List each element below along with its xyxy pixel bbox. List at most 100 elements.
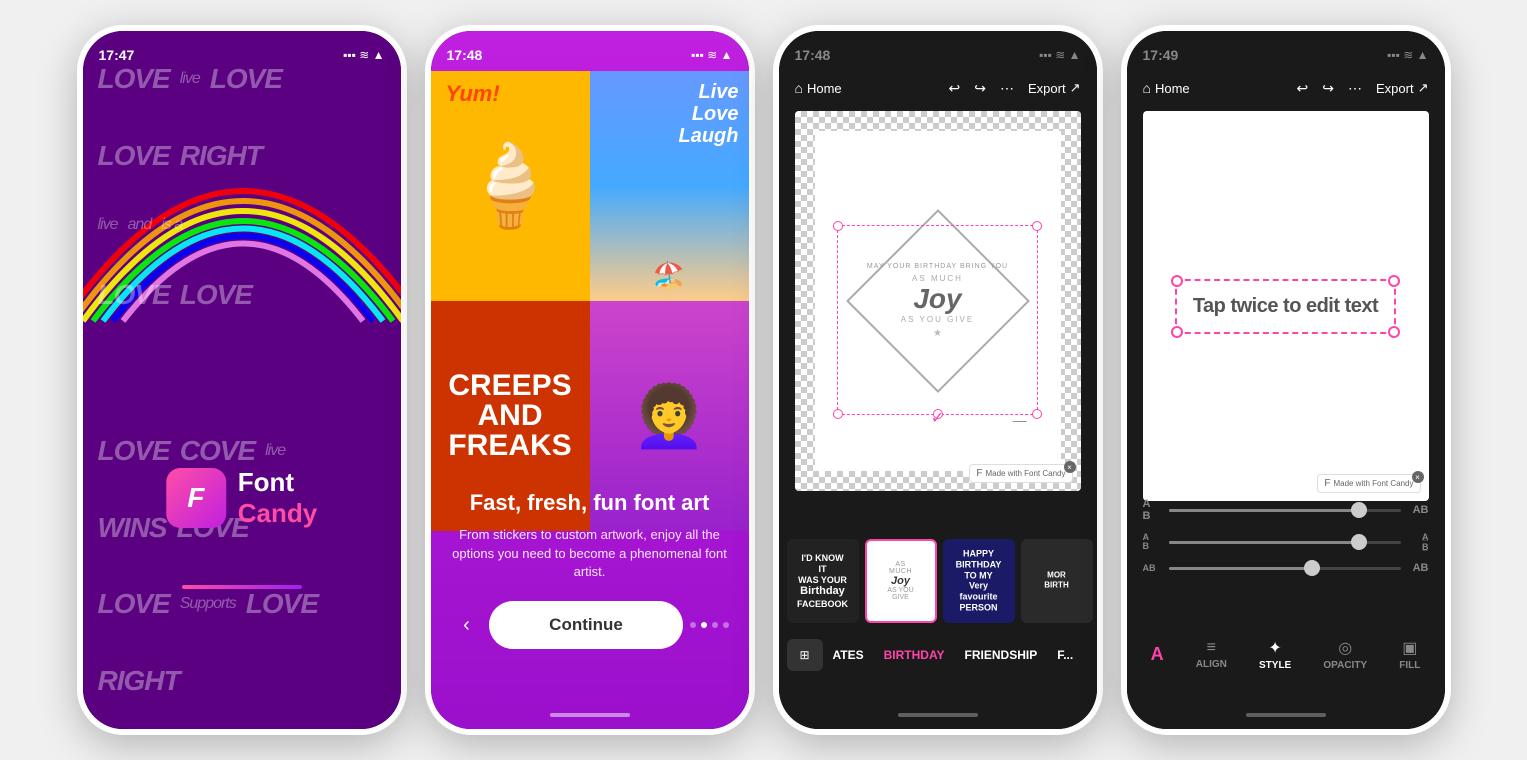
status-icons-1: ▪▪▪ ≋ ▲	[343, 48, 384, 62]
home-indicator-2	[550, 713, 630, 717]
back-arrow[interactable]: ‹	[451, 609, 483, 641]
collage-cell-beach: LiveLoveLaugh 🏖️	[590, 71, 749, 301]
watermark-text-4: Made with Font Candy	[1333, 479, 1413, 488]
more-icon[interactable]: ⋯	[1000, 80, 1014, 97]
icecream-emoji: 🍦	[460, 139, 560, 233]
bg-words: LOVEliveLOVE LOVERIGHT liveandis a LOVEL…	[83, 31, 401, 729]
home-label: Home	[807, 81, 842, 96]
handle-tr[interactable]	[1032, 221, 1042, 231]
undo-icon-4[interactable]: ↩	[1297, 80, 1309, 97]
template-1[interactable]: I'D KNOW ITWAS YOURBirthdayFACEBOOK	[787, 539, 859, 623]
slider-fill-2	[1169, 541, 1359, 544]
toolbar-a-icon: A	[1151, 644, 1164, 665]
phone4-canvas[interactable]: Tap twice to edit text × F Made with Fon…	[1143, 111, 1429, 501]
topbar-actions: ↩ ↪ ⋯ Export ↗	[949, 80, 1081, 97]
status-bar-4: 17:49 ▪▪▪ ≋ ▲	[1127, 31, 1445, 71]
slider-thumb-3[interactable]	[1304, 560, 1320, 576]
tap-handle-tr[interactable]	[1388, 275, 1400, 287]
watermark-close[interactable]: ×	[1064, 461, 1076, 473]
phone-3: 17:48 ▪▪▪ ≋ ▲ ⌂ Home ↩ ↪ ⋯ Export ↗	[773, 25, 1103, 735]
dismiss-icon[interactable]: —	[1013, 412, 1027, 428]
sliders-section: A B AB AB A̲B̲	[1127, 498, 1445, 584]
slider-track-2[interactable]	[1169, 541, 1401, 544]
toolbar-item-fill[interactable]: ▣ FILL	[1399, 638, 1420, 671]
tap-handle-br[interactable]	[1388, 326, 1400, 338]
export-button-4[interactable]: Export ↗	[1376, 80, 1428, 96]
toolbar-item-style[interactable]: ✦ STYLE	[1259, 638, 1291, 671]
slider-track-3[interactable]	[1169, 567, 1401, 570]
watermark-4: × F Made with Font Candy	[1317, 474, 1420, 493]
logo-font-text: Font	[238, 467, 317, 498]
phone2-bottom-content: Fast, fresh, fun font art From stickers …	[431, 490, 749, 649]
slider-thumb-2[interactable]	[1351, 534, 1367, 550]
toolbar-align-icon: ≡	[1207, 639, 1216, 657]
progress-bar	[182, 585, 302, 589]
app-logo: F Font Candy	[166, 467, 317, 529]
bottom-toolbar-4: A ≡ ALIGN ✦ STYLE ◎ OPACITY ▣ FILL	[1127, 629, 1445, 679]
home-label-4: Home	[1155, 81, 1190, 96]
tap-handle-bl[interactable]	[1171, 326, 1183, 338]
handle-tl[interactable]	[833, 221, 843, 231]
home-indicator-4	[1246, 713, 1326, 717]
slider-thumb-1[interactable]	[1351, 502, 1367, 518]
toolbar-opacity-icon: ◎	[1338, 638, 1352, 658]
category-birthday[interactable]: BIRTHDAY	[874, 648, 955, 662]
person-emoji: 👩‍🦱	[632, 381, 707, 452]
selection-handles[interactable]: ✓ —	[837, 225, 1037, 415]
template-2-active[interactable]: AS MUCH Joy AS YOU GIVE	[865, 539, 937, 623]
home-icon: ⌂	[795, 80, 803, 96]
home-button[interactable]: ⌂ Home	[795, 80, 842, 96]
home-icon-4: ⌂	[1143, 80, 1151, 96]
slider-row-1: A B AB	[1143, 498, 1429, 522]
slider-label-left-3: AB	[1143, 563, 1161, 573]
pagination-dots	[690, 622, 729, 628]
phone4-topbar: ⌂ Home ↩ ↪ ⋯ Export ↗	[1127, 66, 1445, 110]
watermark-text-3: Made with Font Candy	[985, 469, 1065, 478]
slider-label-right-2: A̲B̲	[1409, 532, 1429, 552]
redo-icon-4[interactable]: ↪	[1322, 80, 1334, 97]
yum-text: Yum!	[446, 81, 500, 107]
template-4[interactable]: MORBIRTH	[1021, 539, 1093, 623]
export-icon-4: ↗	[1418, 80, 1429, 96]
slider-track-1[interactable]	[1169, 509, 1401, 512]
export-label-4: Export	[1376, 81, 1414, 96]
undo-icon[interactable]: ↩	[949, 80, 961, 97]
template-3[interactable]: HAPPYBIRTHDAYTO MYVery favouritePERSON	[943, 539, 1015, 623]
collage-cell-icecream: 🍦 Yum!	[431, 71, 590, 301]
phone2-title: Fast, fresh, fun font art	[451, 490, 729, 516]
more-icon-4[interactable]: ⋯	[1348, 80, 1362, 97]
toolbar-item-opacity[interactable]: ◎ OPACITY	[1323, 638, 1367, 671]
status-icons-4: ▪▪▪ ≋ ▲	[1387, 48, 1428, 62]
handle-br[interactable]	[1032, 409, 1042, 419]
redo-icon[interactable]: ↪	[974, 80, 986, 97]
phone2-desc: From stickers to custom artwork, enjoy a…	[451, 526, 729, 581]
slider-fill-3	[1169, 567, 1313, 570]
toolbar-item-a[interactable]: A	[1151, 644, 1164, 665]
time-1: 17:47	[99, 47, 135, 63]
toolbar-align-label: ALIGN	[1196, 659, 1227, 670]
collage-grid: 🍦 Yum! LiveLoveLaugh 🏖️ CREEPSANDFREAKS	[431, 71, 749, 531]
category-ates[interactable]: ATES	[823, 648, 874, 662]
slider-label-left-1: A B	[1143, 498, 1161, 522]
toolbar-fill-icon: ▣	[1402, 638, 1417, 658]
confirm-icon[interactable]: ✓	[931, 408, 944, 428]
continue-button[interactable]: Continue	[489, 601, 683, 649]
tap-handle-tl[interactable]	[1171, 275, 1183, 287]
export-label: Export	[1028, 81, 1066, 96]
tap-text-selection[interactable]: Tap twice to edit text	[1175, 279, 1396, 334]
logo-icon: F	[166, 468, 226, 528]
toolbar-fill-label: FILL	[1399, 660, 1420, 671]
phone3-topbar: ⌂ Home ↩ ↪ ⋯ Export ↗	[779, 66, 1097, 110]
templates-row: I'D KNOW ITWAS YOURBirthdayFACEBOOK AS M…	[779, 539, 1097, 629]
canvas-area-3[interactable]: MAY YOUR BIRTHDAY BRING YOU AS MUCH Joy …	[795, 111, 1081, 491]
home-button-4[interactable]: ⌂ Home	[1143, 80, 1190, 96]
grid-icon-btn[interactable]: ⊞	[787, 639, 823, 671]
toolbar-item-align[interactable]: ≡ ALIGN	[1196, 639, 1227, 670]
phone-4: 17:49 ▪▪▪ ≋ ▲ ⌂ Home ↩ ↪ ⋯ Export ↗	[1121, 25, 1451, 735]
watermark-close-4[interactable]: ×	[1412, 471, 1424, 483]
categories-bar: ⊞ ATES BIRTHDAY FRIENDSHIP F...	[779, 636, 1097, 674]
slider-label-left-2: AB	[1143, 533, 1161, 551]
category-friendship[interactable]: FRIENDSHIP	[955, 648, 1048, 662]
export-button[interactable]: Export ↗	[1028, 80, 1080, 96]
category-more[interactable]: F...	[1047, 648, 1083, 662]
